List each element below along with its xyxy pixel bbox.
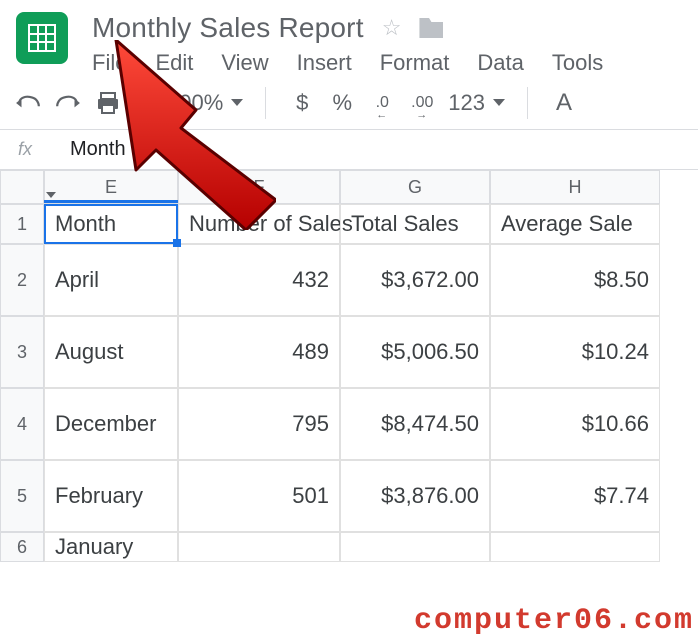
cell-avg[interactable]: $7.74 (490, 460, 660, 532)
row-header[interactable]: 2 (0, 244, 44, 316)
cell-avg[interactable] (490, 532, 660, 562)
star-icon[interactable]: ☆ (382, 15, 402, 41)
menu-view[interactable]: View (221, 50, 268, 76)
menu-file[interactable]: File (92, 50, 127, 76)
format-percent-button[interactable]: % (328, 87, 356, 119)
cell-E1[interactable]: Month (44, 204, 178, 244)
cell-num[interactable]: 432 (178, 244, 340, 316)
increase-decimal-button[interactable]: .00 → (408, 87, 436, 119)
formula-bar: fx (0, 130, 698, 170)
cell-num[interactable]: 501 (178, 460, 340, 532)
formula-input[interactable] (50, 137, 698, 162)
watermark: computer06.com (414, 604, 694, 638)
column-header-G[interactable]: G (340, 170, 490, 204)
cell-total[interactable]: $3,672.00 (340, 244, 490, 316)
spreadsheet-grid[interactable]: E F G H 1 Month Number of Sales Total Sa… (0, 170, 698, 562)
cell-month[interactable]: February (44, 460, 178, 532)
menu-edit[interactable]: Edit (155, 50, 193, 76)
cell-avg[interactable]: $8.50 (490, 244, 660, 316)
menu-format[interactable]: Format (380, 50, 450, 76)
cell-month[interactable]: April (44, 244, 178, 316)
cell-avg[interactable]: $10.66 (490, 388, 660, 460)
decrease-decimal-button[interactable]: .0 ← (368, 87, 396, 119)
cell-num[interactable]: 489 (178, 316, 340, 388)
title-block: Monthly Sales Report ☆ File Edit View In… (92, 12, 603, 76)
cell-G1[interactable]: Total Sales (340, 204, 490, 244)
print-button[interactable] (94, 87, 122, 119)
font-select[interactable]: A (550, 87, 578, 119)
cell-num[interactable]: 795 (178, 388, 340, 460)
cell-total[interactable]: $8,474.50 (340, 388, 490, 460)
cell-H1[interactable]: Average Sale (490, 204, 660, 244)
cell-month[interactable]: January (44, 532, 178, 562)
row-header[interactable]: 1 (0, 204, 44, 244)
zoom-value: 100% (167, 90, 223, 116)
redo-button[interactable] (54, 87, 82, 119)
menu-bar: File Edit View Insert Format Data Tools (92, 50, 603, 76)
sheets-logo-grid-icon (29, 25, 55, 51)
cell-total[interactable]: $3,876.00 (340, 460, 490, 532)
fx-label: fx (0, 139, 50, 160)
more-formats-button[interactable]: 123 (448, 90, 505, 116)
active-column-indicator (44, 200, 178, 203)
zoom-select[interactable]: 100% (167, 90, 243, 116)
row-header[interactable]: 4 (0, 388, 44, 460)
chevron-down-icon (493, 99, 505, 106)
select-all-corner[interactable] (0, 170, 44, 204)
document-title[interactable]: Monthly Sales Report (92, 12, 364, 44)
menu-tools[interactable]: Tools (552, 50, 603, 76)
row-header[interactable]: 3 (0, 316, 44, 388)
column-header-H[interactable]: H (490, 170, 660, 204)
column-header-F[interactable]: F (178, 170, 340, 204)
undo-button[interactable] (14, 87, 42, 119)
cell-num[interactable] (178, 532, 340, 562)
sheets-logo[interactable] (16, 12, 68, 64)
toolbar: 100% $ % .0 ← .00 → 123 A (0, 76, 698, 130)
cell-F1[interactable]: Number of Sales (178, 204, 340, 244)
row-header[interactable]: 5 (0, 460, 44, 532)
cell-total[interactable]: $5,006.50 (340, 316, 490, 388)
cell-total[interactable] (340, 532, 490, 562)
column-header-E[interactable]: E (44, 170, 178, 204)
folder-icon[interactable] (419, 18, 443, 38)
menu-data[interactable]: Data (477, 50, 523, 76)
chevron-down-icon (231, 99, 243, 106)
cell-month[interactable]: December (44, 388, 178, 460)
cell-avg[interactable]: $10.24 (490, 316, 660, 388)
menu-insert[interactable]: Insert (297, 50, 352, 76)
cell-month[interactable]: August (44, 316, 178, 388)
format-currency-button[interactable]: $ (288, 87, 316, 119)
row-header[interactable]: 6 (0, 532, 44, 562)
app-header: Monthly Sales Report ☆ File Edit View In… (0, 0, 698, 76)
